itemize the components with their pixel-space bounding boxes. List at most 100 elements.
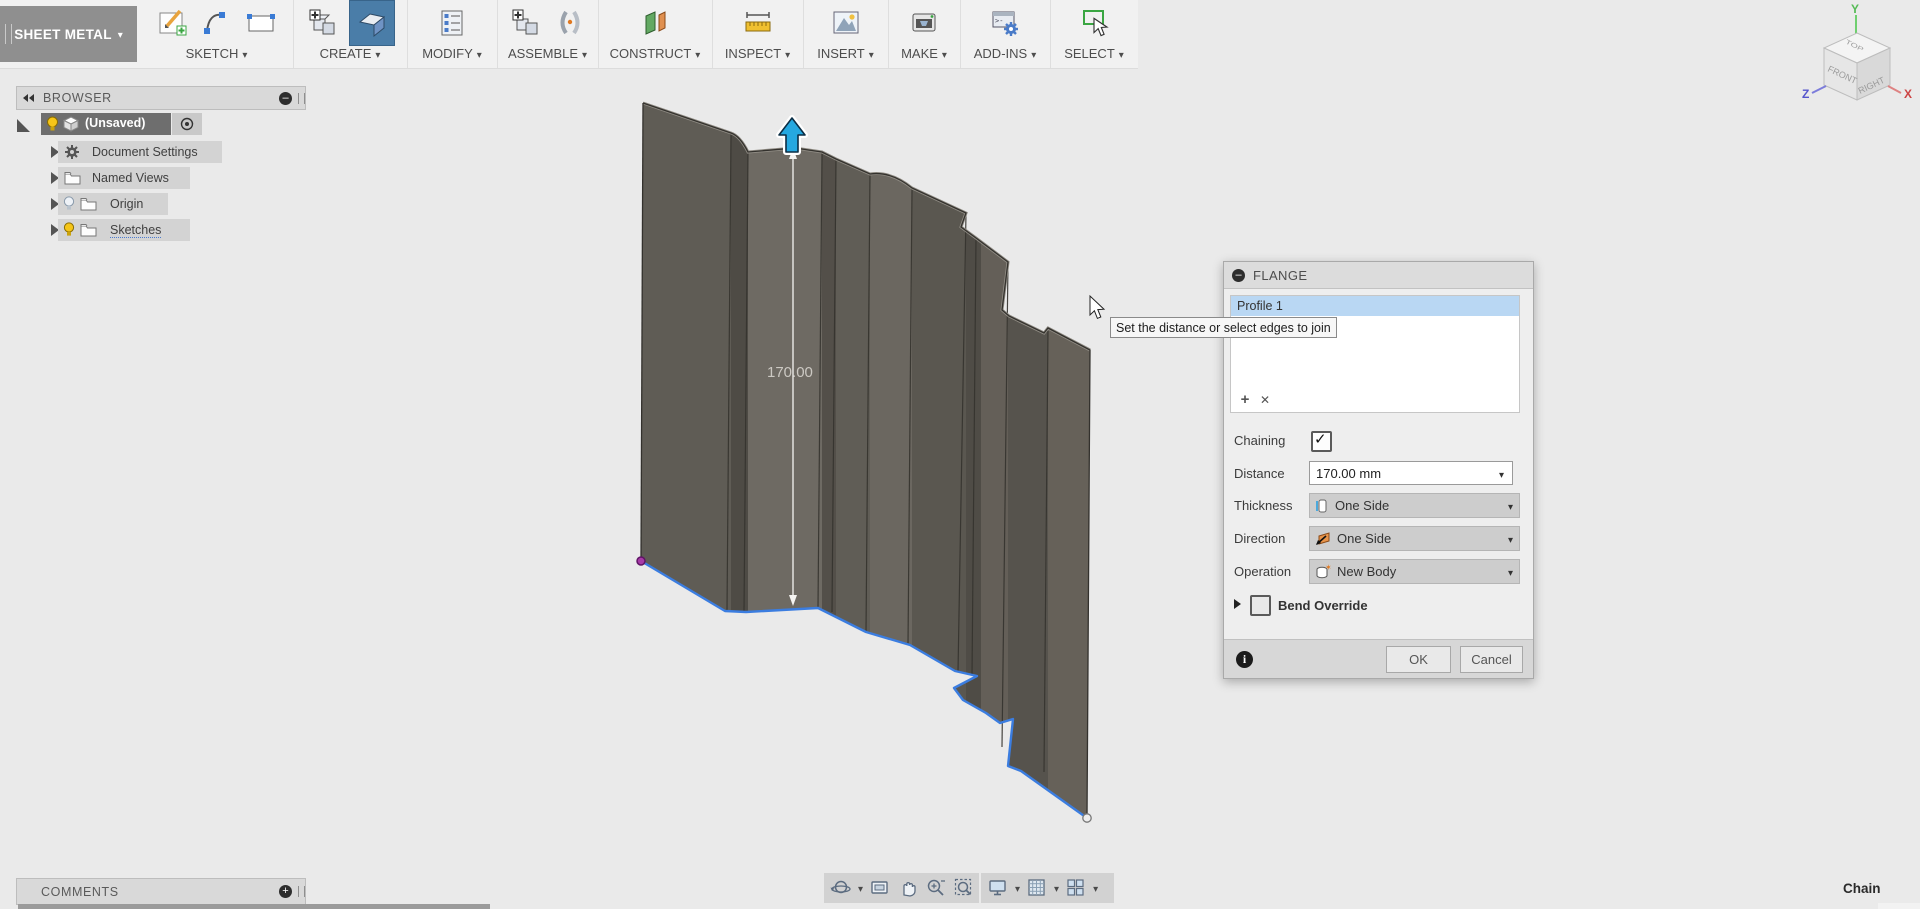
monitor-icon bbox=[987, 877, 1009, 899]
toolbar-grip[interactable] bbox=[5, 24, 12, 44]
menu-sketch[interactable]: SKETCH bbox=[186, 46, 248, 61]
thickness-label: Thickness bbox=[1234, 498, 1293, 513]
menu-construct[interactable]: CONSTRUCT bbox=[610, 46, 701, 61]
minimize-panel-icon[interactable]: – bbox=[279, 92, 292, 105]
thickness-dropdown[interactable]: One Side bbox=[1309, 493, 1520, 518]
visibility-bulb-icon[interactable] bbox=[46, 116, 59, 132]
tree-item-sketches[interactable]: Sketches bbox=[0, 219, 320, 242]
tree-item-document-settings[interactable]: Document Settings bbox=[0, 141, 320, 164]
grid-snap-button[interactable] bbox=[1024, 875, 1050, 901]
sheet-metal-body[interactable] bbox=[630, 90, 1093, 830]
fit-button[interactable] bbox=[951, 875, 977, 901]
visibility-bulb-off-icon[interactable] bbox=[63, 196, 75, 211]
selection-list[interactable]: Profile 1 bbox=[1230, 295, 1520, 413]
spline-tool-button[interactable] bbox=[199, 5, 235, 41]
browser-header[interactable]: BROWSER – bbox=[16, 86, 306, 110]
menu-assemble[interactable]: ASSEMBLE bbox=[508, 46, 587, 61]
flange-dialog-header[interactable]: – FLANGE bbox=[1224, 262, 1533, 289]
flange-tool-button-active[interactable] bbox=[349, 0, 395, 46]
toolbar-group-addins: >- ADD-INS bbox=[960, 0, 1051, 68]
bend-override-checkbox[interactable] bbox=[1250, 595, 1271, 616]
activate-component-radio[interactable] bbox=[172, 113, 202, 135]
toolbar-group-assemble: ASSEMBLE bbox=[497, 0, 599, 68]
viewcube[interactable]: Y TOP FRONT RIGHT Z X bbox=[1802, 2, 1912, 101]
panel-drag-handle[interactable] bbox=[298, 886, 305, 897]
operation-dropdown[interactable]: ✶ New Body bbox=[1309, 559, 1520, 584]
menu-modify[interactable]: MODIFY bbox=[422, 46, 482, 61]
menu-inspect[interactable]: INSPECT bbox=[725, 46, 790, 61]
create-sketch-button[interactable] bbox=[155, 5, 191, 41]
sketch-endpoint[interactable] bbox=[1083, 814, 1091, 822]
collapse-panel-icon[interactable] bbox=[21, 93, 37, 103]
direction-dropdown[interactable]: One Side bbox=[1309, 526, 1520, 551]
tree-item-named-views[interactable]: Named Views bbox=[0, 167, 320, 190]
scripts-addins-button[interactable]: >- bbox=[987, 5, 1023, 41]
folder-icon bbox=[80, 223, 97, 237]
viewports-dropdown-icon[interactable] bbox=[1093, 879, 1098, 897]
zoom-button[interactable] bbox=[923, 875, 949, 901]
chevron-down-icon bbox=[1508, 498, 1513, 513]
look-at-button[interactable] bbox=[867, 875, 893, 901]
toolbar-group-insert: INSERT bbox=[803, 0, 889, 68]
browser-root-row[interactable]: (Unsaved) bbox=[0, 113, 320, 136]
display-dropdown-icon[interactable] bbox=[1015, 879, 1020, 897]
viewport-canvas[interactable]: 170.00 Y TOP FRONT RIGHT Z X bbox=[0, 0, 1920, 909]
chevron-down-icon bbox=[477, 46, 482, 61]
toolbar-group-create: CREATE bbox=[293, 0, 408, 68]
chaining-label: Chaining bbox=[1234, 433, 1285, 448]
chevron-down-icon bbox=[375, 46, 380, 61]
info-icon[interactable]: i bbox=[1236, 651, 1253, 668]
add-comment-icon[interactable]: + bbox=[279, 885, 292, 898]
flange-manipulator-arrow[interactable] bbox=[779, 118, 805, 152]
folder-icon bbox=[80, 197, 97, 211]
comments-header[interactable]: COMMENTS + bbox=[16, 878, 306, 905]
collapse-dialog-icon[interactable]: – bbox=[1232, 269, 1245, 282]
cancel-button[interactable]: Cancel bbox=[1460, 646, 1523, 673]
select-tool-button[interactable] bbox=[1076, 5, 1112, 41]
tree-item-origin[interactable]: Origin bbox=[0, 193, 320, 216]
expand-triangle-icon[interactable] bbox=[15, 117, 33, 133]
visibility-bulb-icon[interactable] bbox=[63, 222, 75, 237]
modify-properties-button[interactable] bbox=[434, 5, 470, 41]
script-gear-icon: >- bbox=[988, 6, 1022, 40]
ok-button[interactable]: OK bbox=[1386, 646, 1451, 673]
grid-dropdown-icon[interactable] bbox=[1054, 879, 1059, 897]
construction-plane-icon bbox=[638, 6, 672, 40]
pan-button[interactable] bbox=[895, 875, 921, 901]
make-3dprint-button[interactable] bbox=[906, 5, 942, 41]
selection-item-profile[interactable]: Profile 1 bbox=[1231, 296, 1519, 316]
expand-triangle-icon[interactable] bbox=[1234, 599, 1241, 609]
workspace-switcher[interactable]: SHEET METAL bbox=[0, 6, 137, 62]
menu-addins[interactable]: ADD-INS bbox=[974, 46, 1036, 61]
sketch-vertex-point[interactable] bbox=[637, 557, 645, 565]
rectangle-tool-button[interactable] bbox=[243, 5, 279, 41]
chevron-down-icon bbox=[695, 46, 700, 61]
panel-drag-handle[interactable] bbox=[298, 93, 305, 104]
measure-button[interactable] bbox=[740, 5, 776, 41]
construct-plane-button[interactable] bbox=[637, 5, 673, 41]
corner-strip bbox=[1878, 903, 1920, 909]
distance-input[interactable]: 170.00 mm bbox=[1309, 461, 1513, 485]
orbit-button[interactable] bbox=[828, 875, 854, 901]
orbit-dropdown-icon[interactable] bbox=[858, 879, 863, 897]
menu-insert[interactable]: INSERT bbox=[817, 46, 873, 61]
toolbar-group-sketch: SKETCH bbox=[140, 0, 294, 68]
new-solid-button[interactable] bbox=[305, 5, 341, 41]
add-selection-icon[interactable] bbox=[1237, 391, 1253, 408]
zoom-icon bbox=[925, 877, 947, 899]
new-component-button[interactable] bbox=[508, 5, 544, 41]
remove-selection-icon[interactable] bbox=[1257, 391, 1273, 408]
joint-icon bbox=[553, 6, 587, 40]
chaining-checkbox[interactable] bbox=[1311, 431, 1332, 452]
image-icon bbox=[829, 6, 863, 40]
joint-button[interactable] bbox=[552, 5, 588, 41]
insert-image-button[interactable] bbox=[828, 5, 864, 41]
bend-override-row[interactable]: Bend Override bbox=[1224, 594, 1533, 618]
viewports-button[interactable] bbox=[1063, 875, 1089, 901]
distance-dropdown-icon[interactable] bbox=[1499, 466, 1504, 481]
display-settings-button[interactable] bbox=[985, 875, 1011, 901]
distance-row: Distance 170.00 mm bbox=[1224, 461, 1533, 487]
menu-create[interactable]: CREATE bbox=[320, 46, 381, 61]
menu-select[interactable]: SELECT bbox=[1064, 46, 1124, 61]
menu-make[interactable]: MAKE bbox=[901, 46, 947, 61]
